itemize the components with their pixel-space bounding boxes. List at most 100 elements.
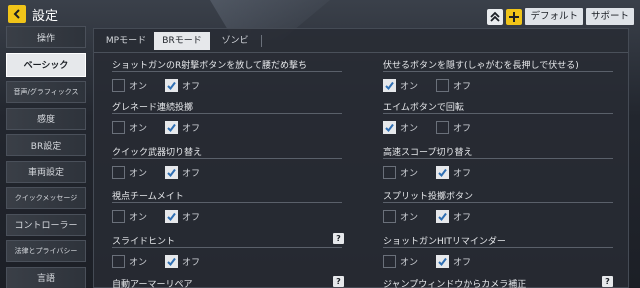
divider [112, 158, 342, 159]
option-on[interactable]: オン [383, 121, 418, 134]
setting-shotgun-hit-reminder: ショットガンHITリマインダー オン オフ [383, 234, 613, 268]
sidebar-item-audio-graphics[interactable]: 音声/グラフィックス [6, 81, 86, 103]
setting-hide-prone-button: 伏せるボタンを隠す(しゃがむを長押しで伏せる) オン オフ [383, 58, 613, 92]
tab-mp-mode[interactable]: MPモード [98, 32, 154, 50]
tab-divider [261, 35, 262, 47]
option-off[interactable]: オフ [165, 255, 200, 268]
checkbox-checked[interactable] [165, 79, 179, 92]
option-on-label: オン [129, 82, 148, 92]
checkbox[interactable] [436, 79, 450, 92]
sidebar-item-sensitivity[interactable]: 感度 [6, 107, 86, 130]
sidebar-item-br-settings[interactable]: BR設定 [6, 134, 86, 156]
sidebar-item-controls[interactable]: 操作 [6, 26, 86, 48]
checkbox[interactable] [383, 166, 396, 179]
option-off-label: オフ [453, 213, 472, 223]
option-off[interactable]: オフ [165, 121, 200, 134]
option-on[interactable]: オン [383, 166, 418, 179]
checkbox[interactable] [112, 121, 125, 134]
option-on[interactable]: オン [383, 79, 418, 92]
checkmark-icon [438, 168, 447, 178]
option-off[interactable]: オフ [436, 79, 471, 92]
checkbox[interactable] [112, 79, 125, 92]
setting-label: スプリット投擲ボタン [383, 192, 474, 202]
checkbox-checked[interactable] [436, 210, 450, 223]
checkbox[interactable] [112, 210, 125, 223]
checkmark-icon [167, 168, 176, 178]
checkbox[interactable] [112, 166, 125, 179]
mode-tabs: MPモード BRモード ゾンビ [94, 29, 628, 53]
divider [112, 247, 342, 248]
page-title: 設定 [32, 9, 59, 24]
sidebar-item-vehicle-settings[interactable]: 車両設定 [6, 160, 86, 183]
option-on-label: オン [400, 124, 419, 134]
divider [383, 158, 613, 159]
setting-label: 高速スコープ切り替え [383, 148, 473, 158]
top-right-controls: デフォルト サポート [487, 8, 634, 25]
setting-fast-scope-switch: 高速スコープ切り替え オン オフ [383, 145, 613, 179]
option-off[interactable]: オフ [436, 121, 471, 134]
option-off[interactable]: オフ [436, 255, 471, 268]
option-on[interactable]: オン [383, 255, 418, 268]
checkbox-checked[interactable] [165, 210, 179, 223]
option-off[interactable]: オフ [436, 166, 471, 179]
option-off-label: オフ [182, 82, 201, 92]
option-off[interactable]: オフ [436, 210, 471, 223]
checkbox[interactable] [383, 255, 396, 268]
checkbox[interactable] [383, 210, 396, 223]
option-on[interactable]: オン [112, 79, 147, 92]
checkbox[interactable] [112, 255, 125, 268]
tab-zombie[interactable]: ゾンビ [212, 32, 258, 50]
checkmark-icon [438, 257, 447, 267]
option-off[interactable]: オフ [165, 166, 200, 179]
setting-label: スライドヒント [112, 237, 176, 247]
checkbox-checked[interactable] [165, 121, 179, 134]
divider [112, 202, 342, 203]
option-on-label: オン [129, 169, 148, 179]
checkbox-checked[interactable] [436, 166, 450, 179]
option-group: オン オフ [112, 255, 342, 268]
option-off[interactable]: オフ [165, 79, 200, 92]
default-button[interactable]: デフォルト [525, 8, 583, 25]
sidebar-item-legal-privacy[interactable]: 法律とプライバシー [6, 240, 86, 262]
divider [383, 113, 613, 114]
help-icon[interactable]: ? [333, 276, 344, 287]
setting-label: 自動アーマーリペア [112, 280, 193, 288]
checkbox-checked[interactable] [436, 255, 450, 268]
sidebar-item-controller[interactable]: コントローラー [6, 213, 86, 236]
option-off-label: オフ [453, 82, 472, 92]
support-button[interactable]: サポート [585, 8, 634, 25]
help-icon[interactable]: ? [602, 276, 613, 287]
setting-aim-button-rotate: エイムボタンで回転 オン オフ [383, 100, 613, 134]
checkmark-icon [385, 81, 394, 91]
option-off-label: オフ [182, 213, 201, 223]
add-button[interactable] [506, 8, 523, 25]
option-on[interactable]: オン [112, 255, 147, 268]
checkbox[interactable] [436, 121, 450, 134]
option-on[interactable]: オン [383, 210, 418, 223]
setting-grenade-continuous: グレネード連続投擲 オン オフ [112, 100, 342, 134]
setting-label: ショットガンのR射撃ボタンを放して腰だめ撃ち [112, 61, 307, 71]
checkbox-checked[interactable] [383, 79, 396, 92]
checkbox-checked[interactable] [165, 255, 179, 268]
sidebar-item-quick-message[interactable]: クイックメッセージ [6, 187, 86, 209]
option-on[interactable]: オン [112, 210, 147, 223]
option-group: オン オフ [112, 210, 342, 223]
back-button[interactable] [8, 5, 26, 23]
option-off[interactable]: オフ [165, 210, 200, 223]
help-icon[interactable]: ? [333, 233, 344, 244]
tab-br-mode[interactable]: BRモード [154, 32, 210, 50]
collapse-button[interactable] [487, 8, 504, 25]
setting-jump-window-camera: ジャンプウィンドウからカメラ補正 [383, 277, 613, 288]
settings-panel: MPモード BRモード ゾンビ ショットガンのR射撃ボタンを放して腰だめ撃ち オ… [93, 28, 629, 288]
setting-split-throw-button: スプリット投擲ボタン オン オフ [383, 189, 613, 223]
checkbox-checked[interactable] [383, 121, 396, 134]
divider [112, 113, 342, 114]
setting-view-teammate: 視点チームメイト オン オフ [112, 189, 342, 223]
checkbox-checked[interactable] [165, 166, 179, 179]
divider [383, 71, 613, 72]
option-on[interactable]: オン [112, 166, 147, 179]
sidebar-item-basic[interactable]: ベーシック [6, 52, 86, 77]
setting-quick-weapon-switch: クイック武器切り替え オン オフ [112, 145, 342, 179]
option-on[interactable]: オン [112, 121, 147, 134]
sidebar-item-language[interactable]: 言語 [6, 266, 86, 288]
